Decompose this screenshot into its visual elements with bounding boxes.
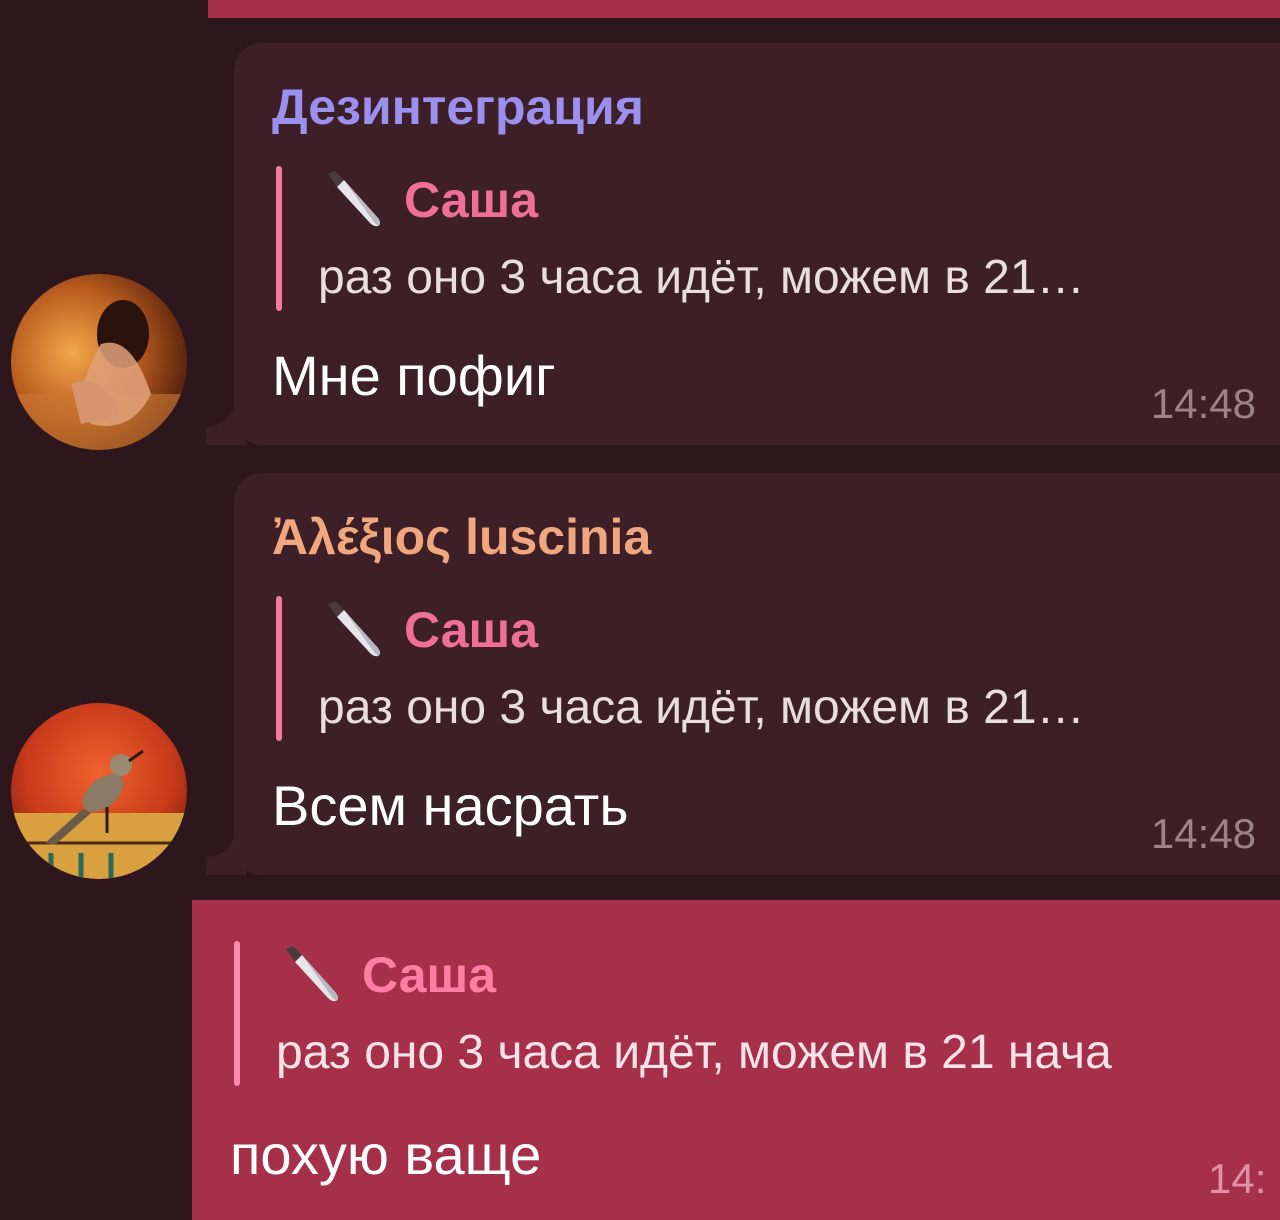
reply-author: Саша [404, 172, 539, 228]
message-text: Всем насрать [272, 774, 629, 837]
reply-bar [276, 166, 282, 311]
reply-quote[interactable]: Саша раз оно 3 часа идёт, можем в 21… [276, 161, 1256, 311]
reply-quote[interactable]: Саша раз оно 3 часа идёт, можем в 21 нач… [234, 936, 1280, 1086]
knife-icon [322, 598, 386, 662]
knife-icon [322, 168, 386, 232]
avatar-alexios-luscinia[interactable] [11, 703, 187, 879]
message-text: Мне пофиг [272, 344, 556, 407]
message-bubble[interactable]: Дезинтеграция Саша раз оно 3 часа идёт, … [234, 43, 1280, 445]
reply-text: раз оно 3 часа идёт, можем в 21 нача [276, 1026, 1112, 1079]
knife-icon [280, 943, 344, 1007]
message-bubble[interactable]: Ἀλέξιος luscinia Саша раз оно 3 часа идё… [234, 473, 1280, 875]
sender-name[interactable]: Ἀλέξιος luscinia [272, 507, 651, 567]
reply-quote[interactable]: Саша раз оно 3 часа идёт, можем в 21… [276, 591, 1256, 741]
message-text: похую ваще [230, 1123, 542, 1186]
own-message-bubble[interactable]: Саша раз оно 3 часа идёт, можем в 21 нач… [192, 900, 1280, 1220]
reply-bar [276, 596, 282, 741]
previous-message-bubble[interactable] [208, 0, 1280, 18]
message-time: 14: [1208, 1155, 1267, 1202]
reply-author: Саша [362, 947, 497, 1003]
reply-bar [234, 941, 240, 1086]
reply-author: Саша [404, 602, 539, 658]
reply-text: раз оно 3 часа идёт, можем в 21… [318, 251, 1085, 304]
reply-text: раз оно 3 часа идёт, можем в 21… [318, 681, 1085, 734]
sender-name[interactable]: Дезинтеграция [272, 77, 644, 137]
message-time: 14:48 [1150, 380, 1256, 427]
avatar-dezintegratsiya[interactable] [11, 274, 187, 450]
message-time: 14:48 [1150, 810, 1256, 857]
